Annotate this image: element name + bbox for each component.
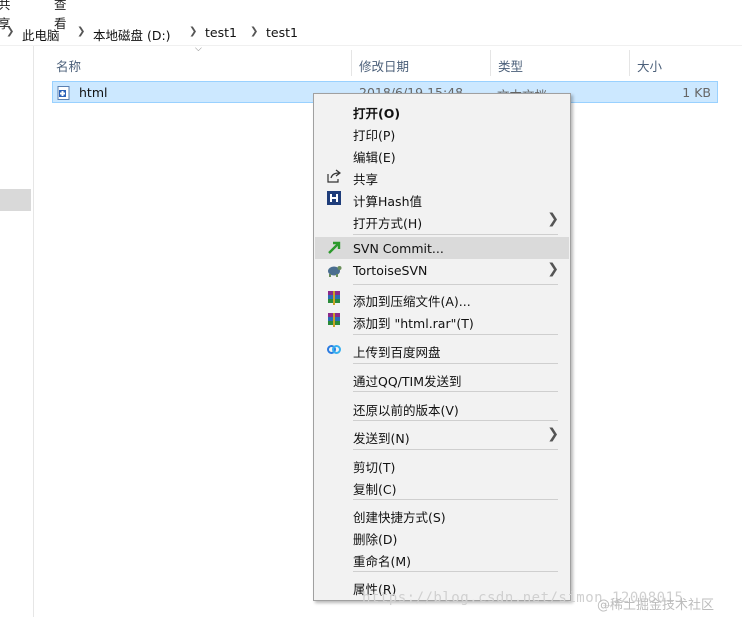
column-divider[interactable]: [351, 50, 352, 76]
menu-item-delete[interactable]: 删除(D): [315, 525, 569, 547]
column-divider[interactable]: [490, 50, 491, 76]
breadcrumb: ❯ 此电脑 ❯ 本地磁盘 (D:) ❯ test1 ❯ test1: [0, 22, 742, 44]
menu-separator: [353, 449, 558, 450]
menu-item-label: 通过QQ/TIM发送到: [353, 374, 462, 389]
column-divider[interactable]: [629, 50, 630, 76]
menu-item-label: 发送到(N): [353, 431, 410, 446]
menu-item-label: 打开(O): [353, 106, 401, 121]
chevron-right-icon[interactable]: ❯: [189, 26, 197, 37]
nav-selected-item[interactable]: [0, 189, 31, 211]
menu-item-upload-baidu[interactable]: 上传到百度网盘: [315, 338, 569, 360]
submenu-arrow-icon: ❯: [547, 211, 559, 227]
chevron-right-icon[interactable]: ❯: [77, 26, 85, 37]
breadcrumb-local-disk[interactable]: 本地磁盘 (D:): [93, 25, 171, 44]
menu-item-label: 复制(C): [353, 482, 397, 497]
column-header-modified[interactable]: 修改日期: [359, 56, 409, 75]
watermark-site: @稀土掘金技术社区: [597, 598, 715, 613]
menu-item-label: 删除(D): [353, 532, 398, 547]
menu-separator: [353, 499, 558, 500]
menu-separator: [353, 334, 558, 335]
menu-item-label: SVN Commit...: [353, 241, 444, 256]
file-name: html: [79, 85, 108, 100]
column-header-type[interactable]: 类型: [498, 56, 523, 75]
menu-item-open[interactable]: 打开(O): [315, 99, 569, 121]
menu-item-label: 剪切(T): [353, 460, 396, 475]
menu-item-label: 打开方式(H): [353, 216, 423, 231]
submenu-arrow-icon: ❯: [547, 426, 559, 442]
menu-item-tortoisesvn[interactable]: TortoiseSVN ❯: [315, 259, 569, 281]
menu-item-share[interactable]: 共享: [315, 165, 569, 187]
winrar-icon: [328, 313, 340, 327]
tortoisesvn-icon: [328, 266, 342, 277]
menu-item-print[interactable]: 打印(P): [315, 121, 569, 143]
menu-item-label: TortoiseSVN: [353, 263, 428, 278]
html-file-icon: [57, 86, 70, 100]
menu-item-cut[interactable]: 剪切(T): [315, 453, 569, 475]
menu-item-add-to-archive[interactable]: 添加到压缩文件(A)...: [315, 287, 569, 309]
menu-item-label: 添加到 "html.rar"(T): [353, 316, 474, 331]
sort-chevron-icon: ⌵: [195, 44, 202, 54]
context-menu: 打开(O) 打印(P) 编辑(E) 共享 计算Hash值 打开方式(H) ❯ S…: [313, 93, 571, 601]
breadcrumb-subfolder[interactable]: test1: [266, 25, 298, 40]
menu-separator: [353, 571, 558, 572]
chevron-right-icon[interactable]: ❯: [250, 26, 258, 37]
menu-item-label: 共享: [353, 172, 379, 187]
chevron-right-icon[interactable]: ❯: [6, 26, 14, 37]
menu-item-label: 编辑(E): [353, 150, 396, 165]
hash-icon: [327, 191, 341, 205]
menu-item-rename[interactable]: 重命名(M): [315, 547, 569, 569]
menu-item-label: 打印(P): [353, 128, 396, 143]
menu-item-copy[interactable]: 复制(C): [315, 475, 569, 497]
menu-item-edit[interactable]: 编辑(E): [315, 143, 569, 165]
winrar-icon: [328, 291, 340, 305]
menu-item-add-to-rar[interactable]: 添加到 "html.rar"(T): [315, 309, 569, 331]
menu-item-restore-versions[interactable]: 还原以前的版本(V): [315, 396, 569, 418]
menu-item-open-with[interactable]: 打开方式(H) ❯: [315, 209, 569, 231]
menu-item-send-via-qq[interactable]: 通过QQ/TIM发送到: [315, 367, 569, 389]
navigation-pane[interactable]: [0, 46, 34, 617]
breadcrumb-this-pc[interactable]: 此电脑: [22, 25, 60, 44]
share-icon: [327, 169, 341, 183]
menu-item-label: 添加到压缩文件(A)...: [353, 294, 471, 309]
menu-separator: [353, 363, 558, 364]
baidu-netdisk-icon: [327, 345, 341, 354]
menu-separator: [353, 234, 558, 235]
menu-item-create-shortcut[interactable]: 创建快捷方式(S): [315, 503, 569, 525]
svn-commit-icon: [328, 241, 341, 254]
menu-item-label: 还原以前的版本(V): [353, 403, 459, 418]
menu-separator: [353, 420, 558, 421]
menu-item-send-to[interactable]: 发送到(N) ❯: [315, 424, 569, 446]
menu-item-label: 重命名(M): [353, 554, 412, 569]
menu-item-label: 计算Hash值: [353, 194, 422, 209]
menu-item-svn-commit[interactable]: SVN Commit...: [315, 237, 569, 259]
breadcrumb-folder[interactable]: test1: [205, 25, 237, 40]
menu-item-label: 上传到百度网盘: [353, 345, 441, 360]
divider: [0, 45, 742, 46]
menu-item-hash[interactable]: 计算Hash值: [315, 187, 569, 209]
column-header-size[interactable]: 大小: [637, 56, 662, 75]
column-header-name[interactable]: 名称: [56, 56, 81, 75]
menu-separator: [353, 391, 558, 392]
menu-item-label: 创建快捷方式(S): [353, 510, 446, 525]
menu-separator: [353, 284, 558, 285]
file-size: 1 KB: [682, 85, 711, 100]
submenu-arrow-icon: ❯: [547, 261, 559, 277]
